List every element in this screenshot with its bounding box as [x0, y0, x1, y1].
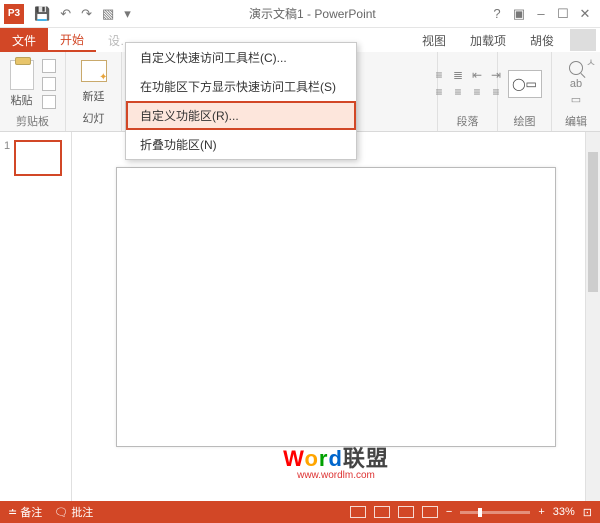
zoom-out-icon[interactable]: − — [446, 506, 452, 518]
comments-label: 批注 — [71, 507, 93, 519]
paste-label: 粘贴 — [11, 92, 33, 108]
save-icon[interactable]: 💾 — [34, 6, 50, 22]
maximize-icon[interactable]: ☐ — [554, 6, 572, 22]
replace-icon[interactable]: ab — [570, 78, 582, 90]
align-center-icon[interactable]: ≡ — [450, 85, 466, 99]
start-slideshow-icon[interactable]: ▧ — [102, 6, 114, 22]
user-avatar[interactable] — [570, 29, 596, 51]
wm-o: o — [304, 446, 318, 471]
thumb-number: 1 — [4, 140, 10, 152]
group-clipboard-label: 剪贴板 — [6, 113, 59, 129]
status-notes-toggle[interactable]: ≐ 备注 — [8, 504, 42, 520]
tab-user[interactable]: 胡俊 — [518, 28, 566, 52]
vertical-scrollbar[interactable] — [585, 132, 600, 501]
ribbon-context-menu: 自定义快速访问工具栏(C)... 在功能区下方显示快速访问工具栏(S) 自定义功… — [125, 42, 357, 160]
status-comments-toggle[interactable]: 🗨 批注 — [54, 504, 93, 520]
zoom-value[interactable]: 33% — [553, 506, 575, 518]
format-painter-icon[interactable] — [42, 95, 56, 109]
group-paragraph-label: 段落 — [444, 113, 491, 129]
reading-view-icon[interactable] — [398, 506, 414, 518]
group-drawing: ◯▭ 绘图 — [498, 52, 552, 131]
select-icon[interactable]: ▭ — [571, 93, 581, 106]
slide-canvas[interactable] — [116, 167, 556, 447]
group-clipboard: 粘贴 剪贴板 — [0, 52, 66, 131]
status-bar: ≐ 备注 🗨 批注 − + 33% ⊡ — [0, 501, 600, 523]
ctx-show-qat-below[interactable]: 在功能区下方显示快速访问工具栏(S) — [126, 72, 356, 101]
fit-to-window-icon[interactable]: ⊡ — [583, 506, 592, 519]
new-slide-label-1: 新廷 — [83, 88, 105, 104]
close-icon[interactable]: ✕ — [576, 6, 594, 22]
help-icon[interactable]: ? — [488, 6, 506, 21]
app-badge: P3 — [4, 4, 24, 24]
thumbnail-pane: 1 — [0, 132, 72, 501]
cut-icon[interactable] — [42, 59, 56, 73]
ctx-customize-ribbon[interactable]: 自定义功能区(R)... — [126, 101, 356, 130]
slide-editor[interactable]: Word联盟 www.wordlm.com — [72, 132, 600, 501]
normal-view-icon[interactable] — [350, 506, 366, 518]
qat-dropdown-icon[interactable]: ▾ — [124, 6, 131, 22]
bullets-icon[interactable]: ≡ — [431, 68, 447, 82]
ribbon-collapse-icon[interactable]: ㅅ — [586, 54, 596, 70]
align-left-icon[interactable]: ≡ — [431, 85, 447, 99]
tab-file[interactable]: 文件 — [0, 28, 48, 52]
slide-thumbnail-1[interactable]: 1 — [4, 140, 67, 176]
redo-icon[interactable]: ↷ — [81, 6, 92, 22]
scrollbar-thumb[interactable] — [588, 152, 598, 292]
zoom-slider[interactable] — [460, 511, 530, 514]
ribbon-options-icon[interactable]: ▣ — [510, 6, 528, 22]
shapes-icon[interactable]: ◯▭ — [508, 70, 542, 98]
find-icon[interactable] — [569, 61, 583, 75]
wm-d: d — [328, 446, 342, 471]
quick-access-toolbar: 💾 ↶ ↷ ▧ ▾ — [28, 6, 137, 22]
new-slide-icon[interactable] — [81, 60, 107, 82]
watermark-url: www.wordlm.com — [297, 470, 375, 481]
zoom-in-icon[interactable]: + — [538, 506, 544, 518]
notes-label: 备注 — [20, 507, 42, 519]
wm-w: W — [283, 446, 304, 471]
window-controls: ? ▣ – ☐ ✕ — [488, 6, 600, 22]
paste-button[interactable]: 粘贴 — [10, 60, 34, 108]
title-bar: P3 💾 ↶ ↷ ▧ ▾ 演示文稿1 - PowerPoint ? ▣ – ☐ … — [0, 0, 600, 28]
undo-icon[interactable]: ↶ — [60, 6, 71, 22]
group-drawing-label: 绘图 — [504, 113, 545, 129]
ctx-collapse-ribbon[interactable]: 折叠功能区(N) — [126, 130, 356, 159]
zoom-slider-thumb[interactable] — [478, 508, 482, 517]
slideshow-view-icon[interactable] — [422, 506, 438, 518]
watermark-logo: Word联盟 — [283, 441, 389, 473]
group-paragraph: ≡ ≣ ⇤ ⇥ ≡ ≡ ≡ ≡ 段落 — [438, 52, 498, 131]
align-right-icon[interactable]: ≡ — [469, 85, 485, 99]
paste-icon — [10, 60, 34, 90]
wm-cn: 联盟 — [343, 446, 389, 471]
indent-dec-icon[interactable]: ⇤ — [469, 68, 485, 82]
window-title: 演示文稿1 - PowerPoint — [137, 5, 488, 22]
new-slide-label-2: 幻灯 — [83, 110, 105, 126]
ctx-customize-qat[interactable]: 自定义快速访问工具栏(C)... — [126, 43, 356, 72]
content-area: 1 Word联盟 www.wordlm.com — [0, 132, 600, 501]
group-slides: 新廷 幻灯 — [66, 52, 122, 131]
tab-addins[interactable]: 加载项 — [458, 28, 518, 52]
numbering-icon[interactable]: ≣ — [450, 68, 466, 82]
tab-home[interactable]: 开始 — [48, 28, 96, 52]
tab-view[interactable]: 视图 — [410, 28, 458, 52]
copy-icon[interactable] — [42, 77, 56, 91]
group-editing-label: 编辑 — [558, 113, 594, 129]
thumb-preview — [14, 140, 62, 176]
sorter-view-icon[interactable] — [374, 506, 390, 518]
minimize-icon[interactable]: – — [532, 6, 550, 21]
